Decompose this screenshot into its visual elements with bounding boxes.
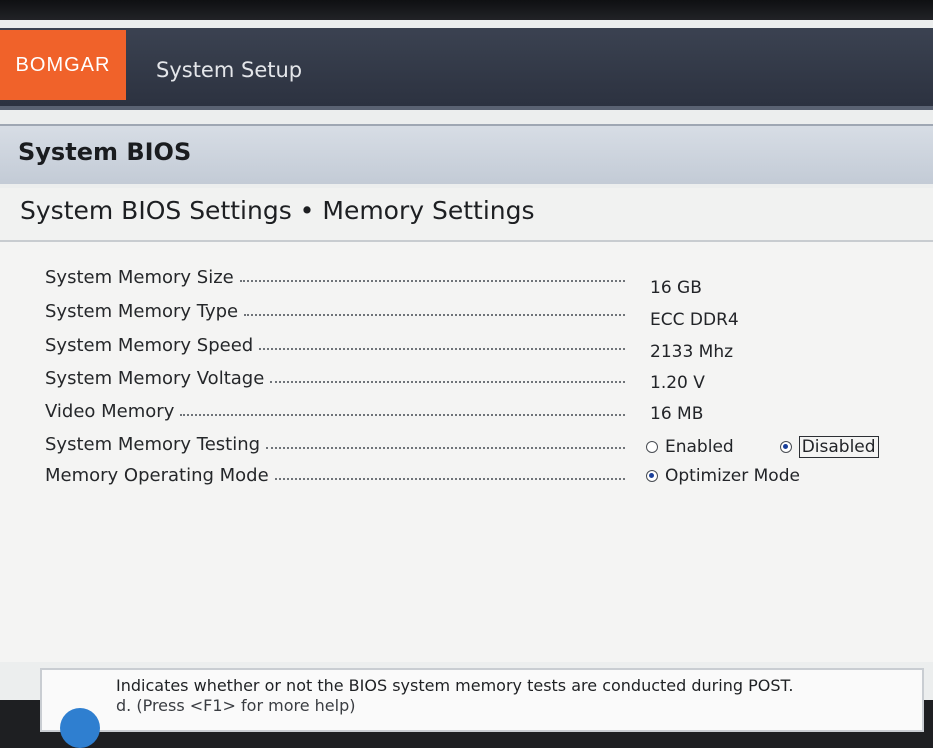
setting-row-memory-voltage: System Memory Voltage [45, 363, 625, 389]
help-text-line1: Indicates whether or not the BIOS system… [116, 676, 794, 695]
setting-value-memory-type: ECC DDR4 [650, 310, 739, 330]
setting-value-video-memory: 16 MB [650, 404, 704, 424]
settings-panel: System Memory Size 16 GB System Memory T… [0, 242, 933, 662]
radio-label: Enabled [665, 437, 734, 457]
page-title: System BIOS Settings • Memory Settings [20, 196, 535, 225]
radio-label: Optimizer Mode [665, 466, 800, 486]
radio-selected-icon[interactable] [646, 470, 658, 482]
setting-row-operating-mode: Memory Operating Mode [45, 460, 625, 486]
radio-option-optimizer-mode[interactable]: Optimizer Mode [646, 466, 800, 486]
help-text-line2: d. (Press <F1> for more help) [116, 696, 356, 715]
setting-label: Memory Operating Mode [45, 465, 269, 486]
radio-unselected-icon[interactable] [646, 441, 658, 453]
dotted-leader [266, 447, 625, 449]
setting-value-memory-size: 16 GB [650, 278, 702, 298]
page-header: System BIOS Settings • Memory Settings [0, 188, 933, 242]
section-bar: System BIOS [0, 124, 933, 184]
dotted-leader [259, 348, 625, 350]
dotted-leader [244, 314, 625, 316]
setting-row-video-memory: Video Memory [45, 396, 625, 422]
setting-label: System Memory Speed [45, 335, 254, 356]
radio-label-focused: Disabled [798, 436, 879, 458]
setting-label: System Memory Type [45, 301, 239, 322]
setting-label: System Memory Voltage [45, 368, 265, 389]
dotted-leader [274, 478, 625, 480]
setting-row-memory-speed: System Memory Speed [45, 330, 625, 356]
setting-row-memory-type: System Memory Type [45, 296, 625, 322]
operating-mode-radio-group: Optimizer Mode [646, 466, 800, 486]
radio-selected-icon[interactable] [779, 441, 792, 453]
radio-option-disabled[interactable]: Disabled [779, 436, 879, 458]
bomgar-logo: BOMGAR [0, 30, 126, 100]
help-text: Indicates whether or not the BIOS system… [116, 676, 916, 716]
setting-label: Video Memory [45, 401, 175, 422]
app-header: BOMGAR System Setup [0, 28, 933, 110]
info-icon [60, 708, 100, 748]
setting-label: System Memory Testing [45, 434, 261, 455]
setting-row-memory-size: System Memory Size [45, 262, 625, 288]
section-title: System BIOS [18, 138, 192, 166]
app-title: System Setup [156, 58, 303, 82]
dotted-leader [270, 381, 625, 383]
memory-testing-radio-group: Enabled Disabled [646, 436, 879, 458]
setting-value-memory-voltage: 1.20 V [650, 373, 705, 393]
dotted-leader [239, 280, 625, 282]
setting-row-memory-testing: System Memory Testing [45, 429, 625, 455]
dotted-leader [180, 414, 625, 416]
setting-label: System Memory Size [45, 267, 234, 288]
help-panel: Indicates whether or not the BIOS system… [40, 668, 924, 748]
bios-screen: BOMGAR System Setup System BIOS System B… [0, 20, 933, 748]
radio-option-enabled[interactable]: Enabled [646, 437, 734, 457]
setting-value-memory-speed: 2133 Mhz [650, 342, 734, 362]
